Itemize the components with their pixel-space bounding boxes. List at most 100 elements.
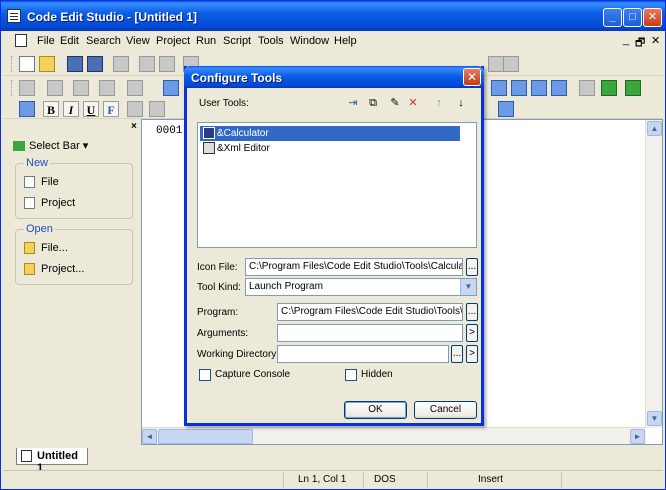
document-icon[interactable]: [15, 34, 27, 47]
chevron-down-icon[interactable]: ▼: [460, 279, 476, 295]
line-number: 0001: [156, 125, 183, 137]
scroll-down-icon[interactable]: ▼: [647, 411, 662, 426]
select-bar-dropdown[interactable]: Select Bar ▾: [13, 139, 88, 152]
ok-button[interactable]: OK: [344, 401, 407, 419]
format-icon-3[interactable]: [149, 101, 165, 117]
list-icon[interactable]: [99, 80, 115, 96]
dialog-close-button[interactable]: ✕: [463, 68, 481, 86]
layout-icon-4[interactable]: [551, 80, 567, 96]
tool-icon-b[interactable]: [503, 56, 519, 72]
scroll-thumb[interactable]: [158, 429, 253, 444]
document-tab[interactable]: Untitled 1: [16, 448, 88, 474]
menu-bar: File Edit Search View Project Run Script…: [3, 31, 663, 51]
menu-edit[interactable]: Edit: [60, 35, 79, 47]
save-all-icon[interactable]: [87, 56, 103, 72]
delete-tool-icon[interactable]: ✕: [405, 96, 421, 110]
find-icon[interactable]: [19, 101, 35, 117]
indent-icon[interactable]: [19, 80, 35, 96]
undo-icon[interactable]: [139, 56, 155, 72]
new-group: New File Project: [15, 157, 133, 219]
working-directory-label: Working Directory:: [197, 349, 280, 360]
font-button[interactable]: F: [103, 101, 119, 117]
icon-file-field[interactable]: C:\Program Files\Code Edit Studio\Tools\…: [245, 258, 463, 276]
menu-window[interactable]: Window: [290, 35, 329, 47]
hidden-checkbox[interactable]: [345, 369, 357, 381]
menu-run[interactable]: Run: [196, 35, 216, 47]
program-browse-button[interactable]: ...: [466, 303, 478, 321]
new-project-label: Project: [41, 197, 76, 209]
menu-project[interactable]: Project: [156, 35, 190, 47]
align-icon[interactable]: [73, 80, 89, 96]
add-tool-icon[interactable]: ⇥: [345, 96, 361, 110]
edit-tool-icon[interactable]: ✎: [387, 96, 403, 110]
icon-file-browse-button[interactable]: ...: [466, 258, 478, 276]
tool-icon-a[interactable]: [488, 56, 504, 72]
move-down-icon[interactable]: ↓: [453, 96, 469, 110]
print-icon[interactable]: [113, 56, 129, 72]
close-button[interactable]: ✕: [643, 8, 662, 27]
italic-button[interactable]: I: [63, 101, 79, 117]
arguments-menu-button[interactable]: >: [466, 324, 478, 342]
mdi-minimize-button[interactable]: _: [623, 34, 629, 46]
new-project-link[interactable]: Project: [24, 197, 76, 210]
layout-icon-2[interactable]: [511, 80, 527, 96]
open-file-link[interactable]: File...: [24, 242, 68, 255]
dialog-title-bar: Configure Tools ✕: [184, 66, 484, 88]
scroll-up-icon[interactable]: ▲: [647, 121, 662, 136]
move-up-icon[interactable]: ↑: [431, 96, 447, 110]
settings-icon[interactable]: [601, 80, 617, 96]
layout-icon-5[interactable]: [579, 80, 595, 96]
copy-tool-icon[interactable]: ⧉: [365, 96, 381, 110]
menu-help[interactable]: Help: [334, 35, 357, 47]
minimize-button[interactable]: _: [603, 8, 622, 27]
format-icon-2[interactable]: [127, 101, 143, 117]
working-directory-field[interactable]: [277, 345, 449, 363]
underline-button[interactable]: U: [83, 101, 99, 117]
arguments-field[interactable]: [277, 324, 463, 342]
scroll-right-icon[interactable]: ►: [630, 429, 645, 444]
menu-view[interactable]: View: [126, 35, 150, 47]
case-icon[interactable]: [47, 80, 63, 96]
menu-tools[interactable]: Tools: [258, 35, 284, 47]
menu-script[interactable]: Script: [223, 35, 251, 47]
menu-file[interactable]: File: [37, 35, 55, 47]
new-group-header: New: [24, 157, 51, 169]
folder-icon: [24, 263, 35, 276]
mdi-close-button[interactable]: ✕: [651, 34, 660, 47]
toolbar-grip[interactable]: [11, 80, 14, 96]
mdi-restore-button[interactable]: 🗗: [635, 34, 645, 53]
list-item[interactable]: &Xml Editor: [200, 141, 460, 156]
view-icon[interactable]: [163, 80, 179, 96]
layout-icon-3[interactable]: [531, 80, 547, 96]
toolbar-grip[interactable]: [11, 56, 14, 72]
new-file-icon[interactable]: [19, 56, 35, 72]
vertical-scrollbar[interactable]: ▲ ▼: [645, 120, 662, 428]
layout-icon-1[interactable]: [491, 80, 507, 96]
scroll-left-icon[interactable]: ◄: [142, 429, 157, 444]
working-directory-menu-button[interactable]: >: [466, 345, 478, 363]
status-mode: Insert: [427, 472, 557, 488]
redo-icon[interactable]: [159, 56, 175, 72]
bold-button[interactable]: B: [43, 101, 59, 117]
panel-icon[interactable]: [498, 101, 514, 117]
user-tools-list[interactable]: &Calculator &Xml Editor: [197, 122, 477, 248]
format-icon[interactable]: [127, 80, 143, 96]
select-bar-label: Select Bar: [29, 140, 80, 152]
project-icon: [24, 197, 35, 210]
program-field[interactable]: C:\Program Files\Code Edit Studio\Tools\: [277, 303, 463, 321]
menu-search[interactable]: Search: [86, 35, 121, 47]
tool-kind-select[interactable]: Launch Program ▼: [245, 278, 477, 296]
list-item[interactable]: &Calculator: [200, 126, 460, 141]
extras-icon[interactable]: [625, 80, 641, 96]
save-icon[interactable]: [67, 56, 83, 72]
capture-console-checkbox[interactable]: [199, 369, 211, 381]
new-file-link[interactable]: File: [24, 176, 59, 189]
open-folder-icon[interactable]: [39, 56, 55, 72]
open-group-header: Open: [24, 223, 55, 235]
open-project-link[interactable]: Project...: [24, 263, 84, 276]
panel-close-button[interactable]: ×: [131, 121, 137, 132]
working-directory-browse-button[interactable]: ...: [451, 345, 463, 363]
cancel-button[interactable]: Cancel: [414, 401, 477, 419]
maximize-button[interactable]: □: [623, 8, 642, 27]
horizontal-scrollbar[interactable]: ◄ ►: [142, 427, 646, 444]
